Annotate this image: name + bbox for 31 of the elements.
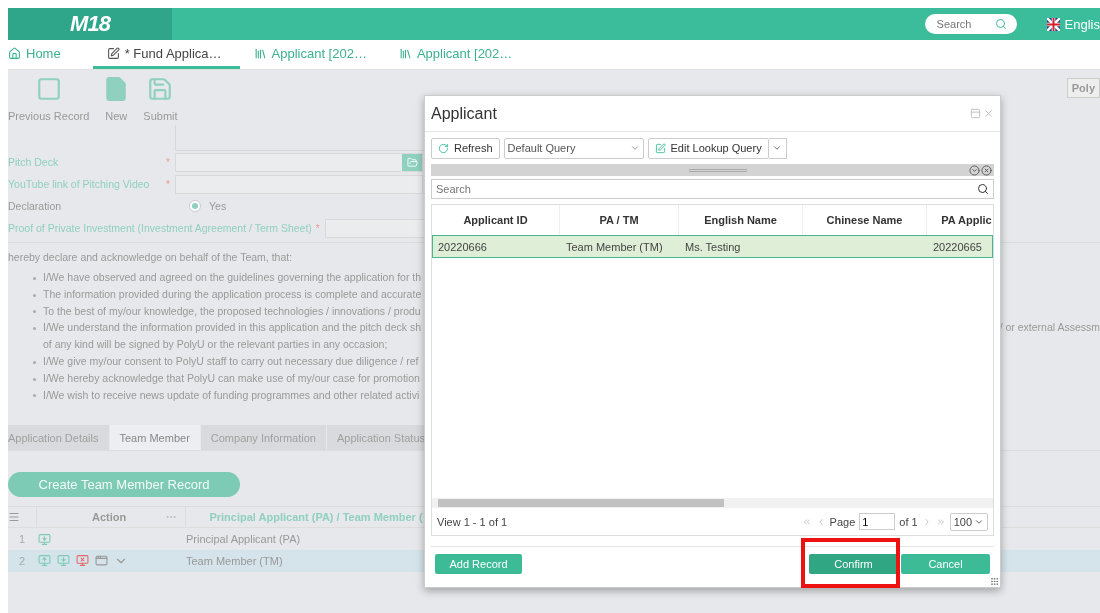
row-number: 1 xyxy=(17,533,27,546)
declaration-item: I/We hereby acknowledge that PolyU can make use of my/our case for promotion xyxy=(43,370,420,386)
row-number: 2 xyxy=(17,555,27,568)
field-label: YouTube link of Pitching Video xyxy=(8,178,150,190)
required-mark: * xyxy=(315,222,321,234)
field-label: Pitch Deck xyxy=(8,156,59,168)
column-header: Action xyxy=(92,511,127,524)
table-cell-text: Team Member (TM) xyxy=(565,240,664,253)
declaration-item: I/We give my/our consent to PolyU staff to carry out necessary due diligence / ref xyxy=(43,354,419,369)
page-total: of 1 xyxy=(899,515,918,528)
logo: M18 xyxy=(70,11,110,37)
declaration-item: To the best of my/our knowledge, the proposed technologies / innovations / produ xyxy=(43,303,421,319)
declaration-item: I/We understand the information provided in this application and the pitch deck sh xyxy=(43,320,422,336)
table-cell-text: Principal Applicant (PA) xyxy=(186,533,302,546)
table-cell-text: Ms. Testing xyxy=(684,240,742,253)
declaration-item: The information provided during the application process is complete and accurate xyxy=(43,286,422,302)
dialog-title: Applicant xyxy=(431,104,497,123)
page-label: Page xyxy=(829,515,856,528)
record-count: View 1 - 1 of 1 xyxy=(437,515,508,528)
required-mark: * xyxy=(166,156,171,168)
field-label: Proof of Private Investment (Investment Agreement / Term Sheet) xyxy=(8,222,312,234)
required-mark: * xyxy=(166,178,171,190)
declaration-intro: hereby declare and acknowledge on behalf of the Team, that: xyxy=(8,251,294,263)
radio-label: Yes xyxy=(209,200,227,212)
table-cell-text: 20220665 xyxy=(932,240,983,253)
declaration-item: of any kind will be signed by PolyU or the relevant parties in any occasion; xyxy=(43,337,388,353)
table-cell-text: Team Member (TM) xyxy=(186,555,284,568)
table-cell-text: 20220666 xyxy=(437,240,488,253)
declaration-item: I/We wish to receive news update of funding programmes and other related activi xyxy=(43,387,420,403)
declaration-item: I/We have observed and agreed on the guidelines governing the application for th xyxy=(43,270,422,285)
field-label: Declaration xyxy=(8,200,62,212)
